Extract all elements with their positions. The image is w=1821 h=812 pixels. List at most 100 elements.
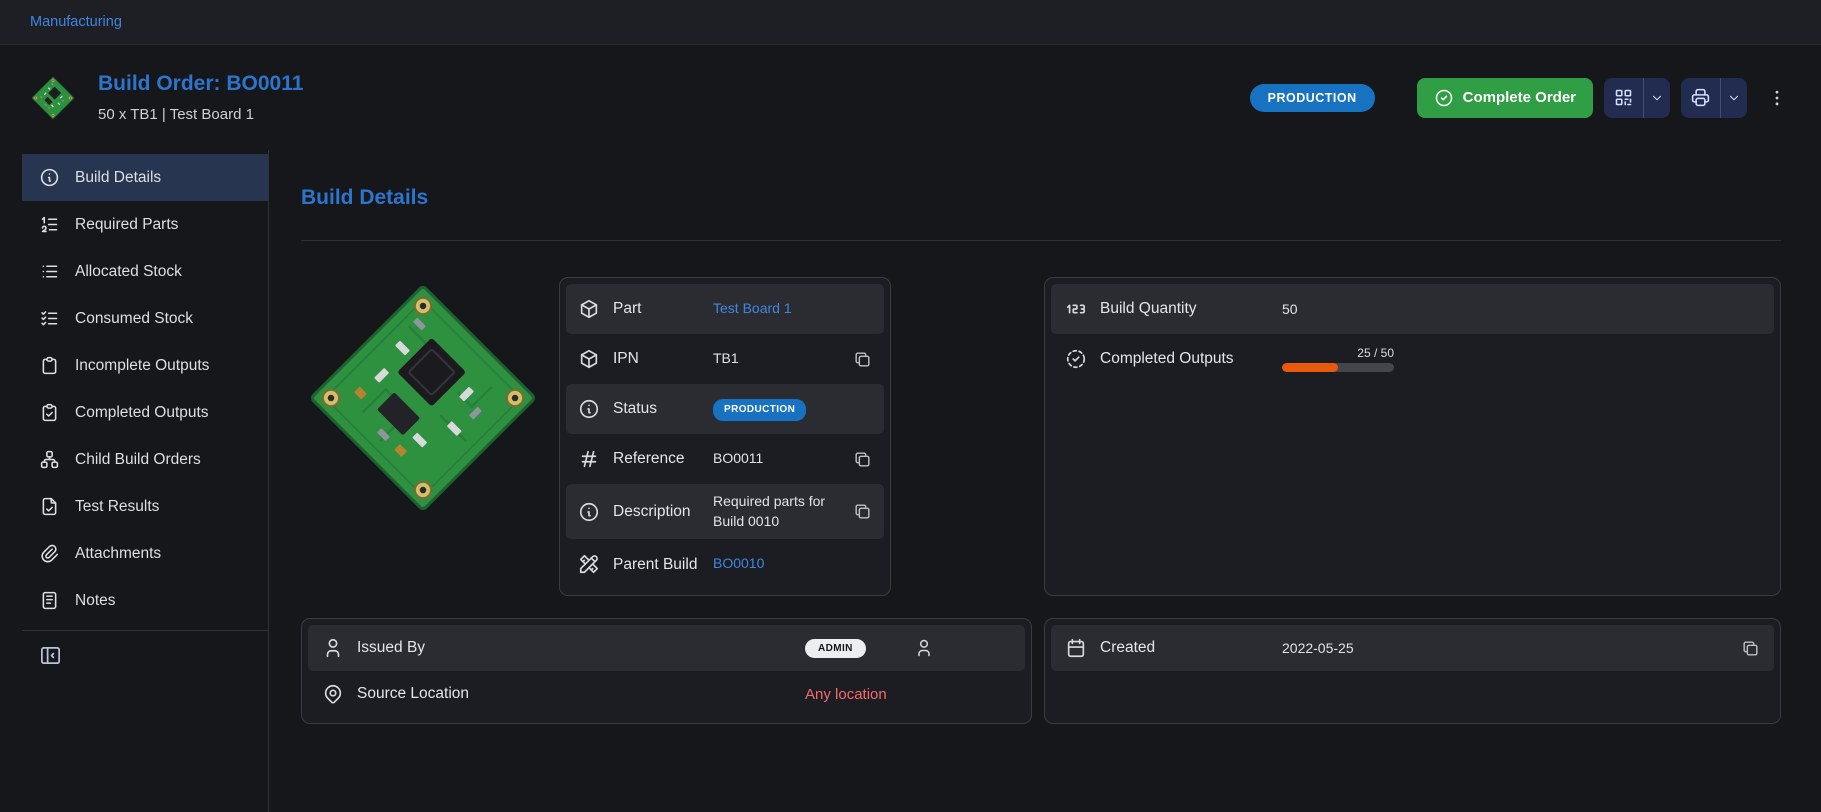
circle-check-icon [1434,88,1454,108]
sidebar-item-label: Test Results [75,498,159,516]
sidebar-item-label: Child Build Orders [75,451,201,469]
barcode-button[interactable] [1604,78,1643,118]
barcode-actions-button [1604,78,1670,118]
build-details-card: Part Test Board 1 IPN TB1 [559,277,891,596]
sidebar-item-consumed-stock[interactable]: Consumed Stock [22,295,268,342]
page-subtitle: 50 x TB1 | Test Board 1 [98,106,303,123]
printer-icon [1690,87,1711,108]
list-numbers-icon [39,214,60,235]
build-quantity-row: Build Quantity 50 [1051,284,1774,334]
detail-row-reference: Reference BO0011 [566,434,884,484]
detail-label: IPN [613,349,701,368]
detail-label: Description [613,502,701,521]
detail-value: BO0011 [713,449,845,469]
sidebar-item-label: Attachments [75,545,161,563]
issued-by-card: Issued By ADMIN Source Location Any loc [301,618,1032,724]
sidebar-item-test-results[interactable]: Test Results [22,483,268,530]
info-circle-icon [578,501,600,523]
sidebar-item-child-build-orders[interactable]: Child Build Orders [22,436,268,483]
source-location-row: Source Location Any location [308,671,1025,717]
copy-button[interactable] [853,450,872,469]
detail-value: Required parts for Build 0010 [713,492,845,531]
part-image-container [301,277,559,596]
detail-label: Part [613,299,701,318]
clipboard-check-icon [39,402,60,423]
any-location-text: Any location [805,686,887,703]
sidebar-item-allocated-stock[interactable]: Allocated Stock [22,248,268,295]
sidebar-item-completed-outputs[interactable]: Completed Outputs [22,389,268,436]
detail-label: Status [613,399,701,418]
progress-bar [1282,363,1394,372]
chevron-down-icon [1650,91,1664,105]
complete-order-button[interactable]: Complete Order [1417,78,1593,118]
completed-outputs-label: Completed Outputs [1100,350,1282,368]
sidebar-footer [22,631,268,685]
sidebar-collapse-button[interactable] [39,644,62,667]
detail-value: TB1 [713,349,845,369]
panel-heading: Build Details [301,186,1781,210]
sidebar-item-label: Incomplete Outputs [75,357,209,375]
parent-build-link[interactable]: BO0010 [713,554,872,574]
detail-row-parent-build: Parent Build BO0010 [566,539,884,589]
part-thumbnail-image [30,75,76,121]
issued-by-row: Issued By ADMIN [308,625,1025,671]
created-row: Created 2022-05-25 [1051,625,1774,671]
sidebar: Build Details Required Parts Allocated S… [22,150,269,812]
sidebar-item-label: Build Details [75,169,161,187]
box-icon [578,298,600,320]
breadcrumb: Manufacturing [0,0,1821,45]
box-icon [578,348,600,370]
spacer [891,277,1044,596]
sidebar-item-label: Notes [75,592,116,610]
tools-icon [578,553,600,575]
build-quantity-card: Build Quantity 50 Completed Outputs 25 /… [1044,277,1781,596]
issued-by-value: ADMIN [805,638,1011,658]
paperclip-icon [39,543,60,564]
map-pin-icon [322,683,344,705]
user-icon [322,637,344,659]
spacer [1032,618,1044,724]
part-image [301,269,545,527]
list-icon [39,261,60,282]
copy-button[interactable] [853,502,872,521]
copy-icon [1741,639,1760,658]
progress-fill [1282,363,1338,372]
sidebar-item-required-parts[interactable]: Required Parts [22,201,268,248]
details-bottom-row: Issued By ADMIN Source Location Any loc [301,618,1781,724]
barcode-menu-toggle[interactable] [1644,78,1670,118]
progress-check-icon [1065,348,1087,370]
part-link[interactable]: Test Board 1 [713,299,872,319]
sidebar-item-build-details[interactable]: Build Details [22,154,268,201]
created-label: Created [1100,639,1282,657]
completed-outputs-row: Completed Outputs 25 / 50 [1051,334,1774,384]
copy-button[interactable] [853,350,872,369]
source-location-value: Any location [805,686,1011,703]
calendar-icon [1065,637,1087,659]
list-check-icon [39,308,60,329]
header-text-block: Build Order: BO0011 50 x TB1 | Test Boar… [98,72,303,123]
page-title: Build Order: BO0011 [98,72,303,96]
qrcode-icon [1613,87,1634,108]
sidebar-item-label: Consumed Stock [75,310,193,328]
chevron-down-icon [1727,91,1741,105]
copy-button[interactable] [1741,639,1760,658]
notes-icon [39,590,60,611]
print-button[interactable] [1681,78,1720,118]
complete-order-label: Complete Order [1463,89,1576,106]
sidebar-item-incomplete-outputs[interactable]: Incomplete Outputs [22,342,268,389]
more-actions-button[interactable] [1763,81,1791,115]
detail-row-part: Part Test Board 1 [566,284,884,334]
breadcrumb-link-manufacturing[interactable]: Manufacturing [30,14,122,30]
print-menu-toggle[interactable] [1721,78,1747,118]
source-location-label: Source Location [357,685,805,703]
sidebar-item-attachments[interactable]: Attachments [22,530,268,577]
copy-icon [853,350,872,369]
detail-row-description: Description Required parts for Build 001… [566,484,884,539]
sidebar-item-notes[interactable]: Notes [22,577,268,624]
sidebar-item-label: Completed Outputs [75,404,209,422]
progress-text: 25 / 50 [1357,346,1394,360]
info-circle-icon [578,398,600,420]
numbers-123-icon [1065,298,1087,320]
hash-icon [578,448,600,470]
main-panel: Build Details Part Test Board 1 [269,150,1821,812]
